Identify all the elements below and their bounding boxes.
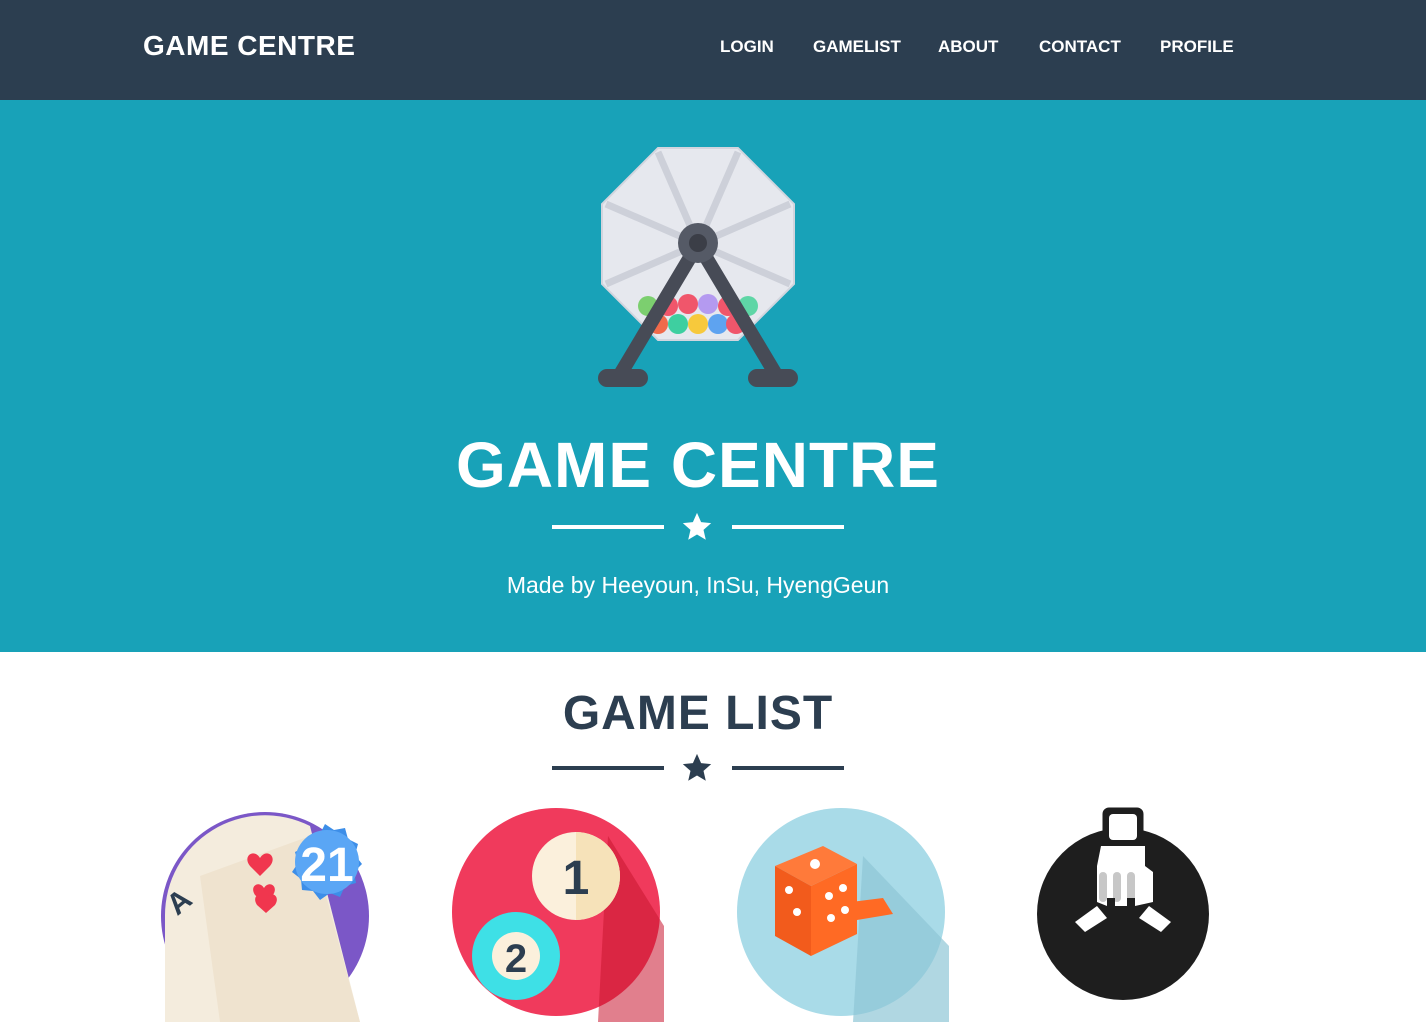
nav-gamelist[interactable]: GAMELIST <box>813 37 901 57</box>
badge-21: 21 <box>300 839 353 892</box>
billiard-balls-icon[interactable]: 1 2 <box>448 806 664 1022</box>
star-icon <box>682 753 712 781</box>
nav-about[interactable]: ABOUT <box>938 37 998 57</box>
divider-line-left <box>552 525 664 529</box>
divider-line-left <box>552 766 664 770</box>
hero-divider <box>552 510 844 544</box>
hero-section: GAME CENTRE Made by Heeyoun, InSu, Hyeng… <box>0 100 1426 652</box>
divider-line-right <box>732 525 844 529</box>
dice-icon[interactable] <box>733 806 949 1022</box>
hero-title: GAME CENTRE <box>456 429 940 501</box>
game-list-title: GAME LIST <box>562 687 834 740</box>
navbar: GAME CENTRE LOGIN GAMELIST ABOUT CONTACT… <box>0 0 1426 100</box>
star-icon <box>682 512 712 540</box>
badge-1: 1 <box>563 852 590 905</box>
rock-paper-scissors-icon[interactable] <box>1015 806 1231 1022</box>
hero-subtitle: Made by Heeyoun, InSu, HyengGeun <box>506 572 890 598</box>
divider-line-right <box>732 766 844 770</box>
lottery-machine-icon <box>598 147 798 387</box>
brand-logo-link[interactable]: GAME CENTRE <box>143 30 355 62</box>
nav-login[interactable]: LOGIN <box>720 37 774 57</box>
blackjack-cards-icon[interactable]: A 21 <box>160 806 376 1022</box>
svg-text:2: 2 <box>505 937 527 981</box>
nav-contact[interactable]: CONTACT <box>1039 37 1121 57</box>
game-list-divider <box>552 751 844 785</box>
nav-profile[interactable]: PROFILE <box>1160 37 1234 57</box>
